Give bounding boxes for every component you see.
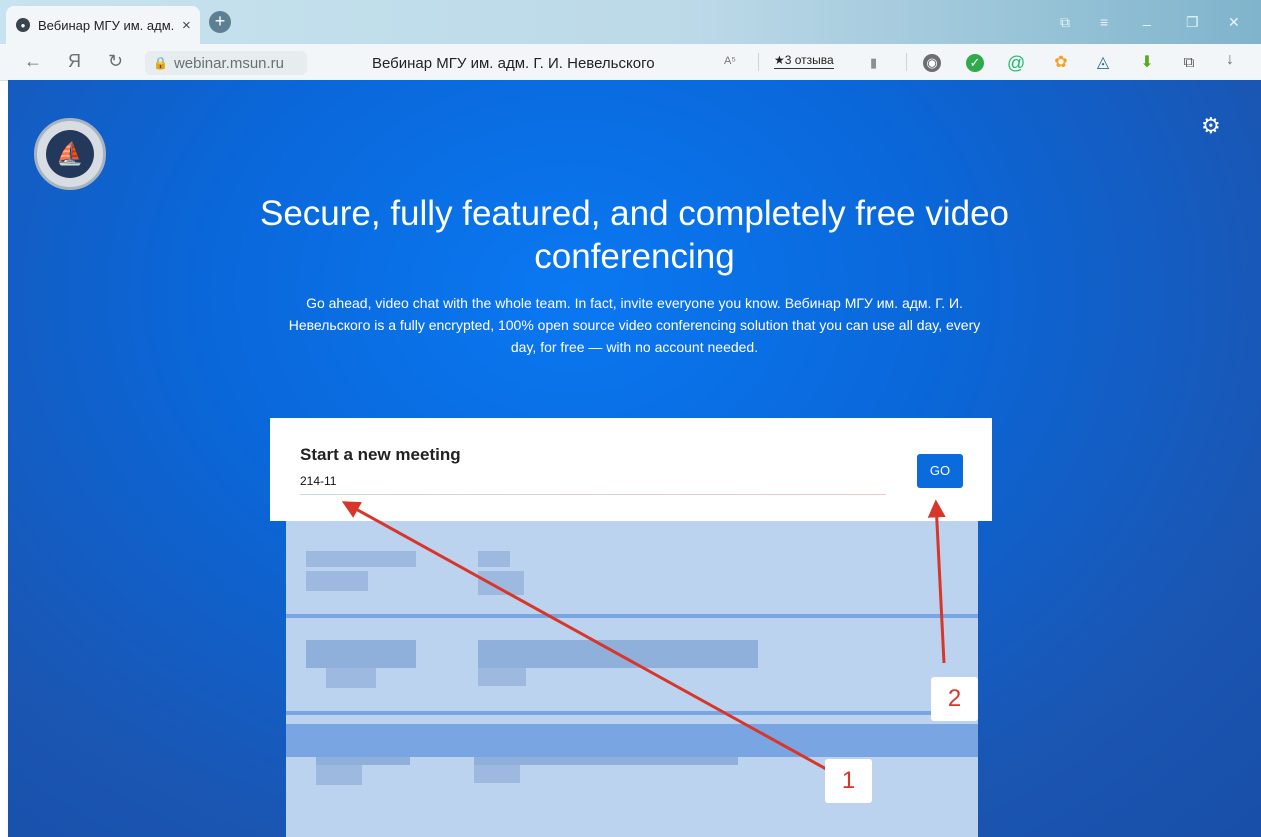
arrow-to-input (341, 501, 829, 772)
annotation-arrows (341, 499, 946, 772)
arrow-to-go (927, 499, 946, 664)
annotation-badge-2: 2 (931, 677, 978, 721)
annotation-badge-1: 1 (825, 759, 872, 803)
